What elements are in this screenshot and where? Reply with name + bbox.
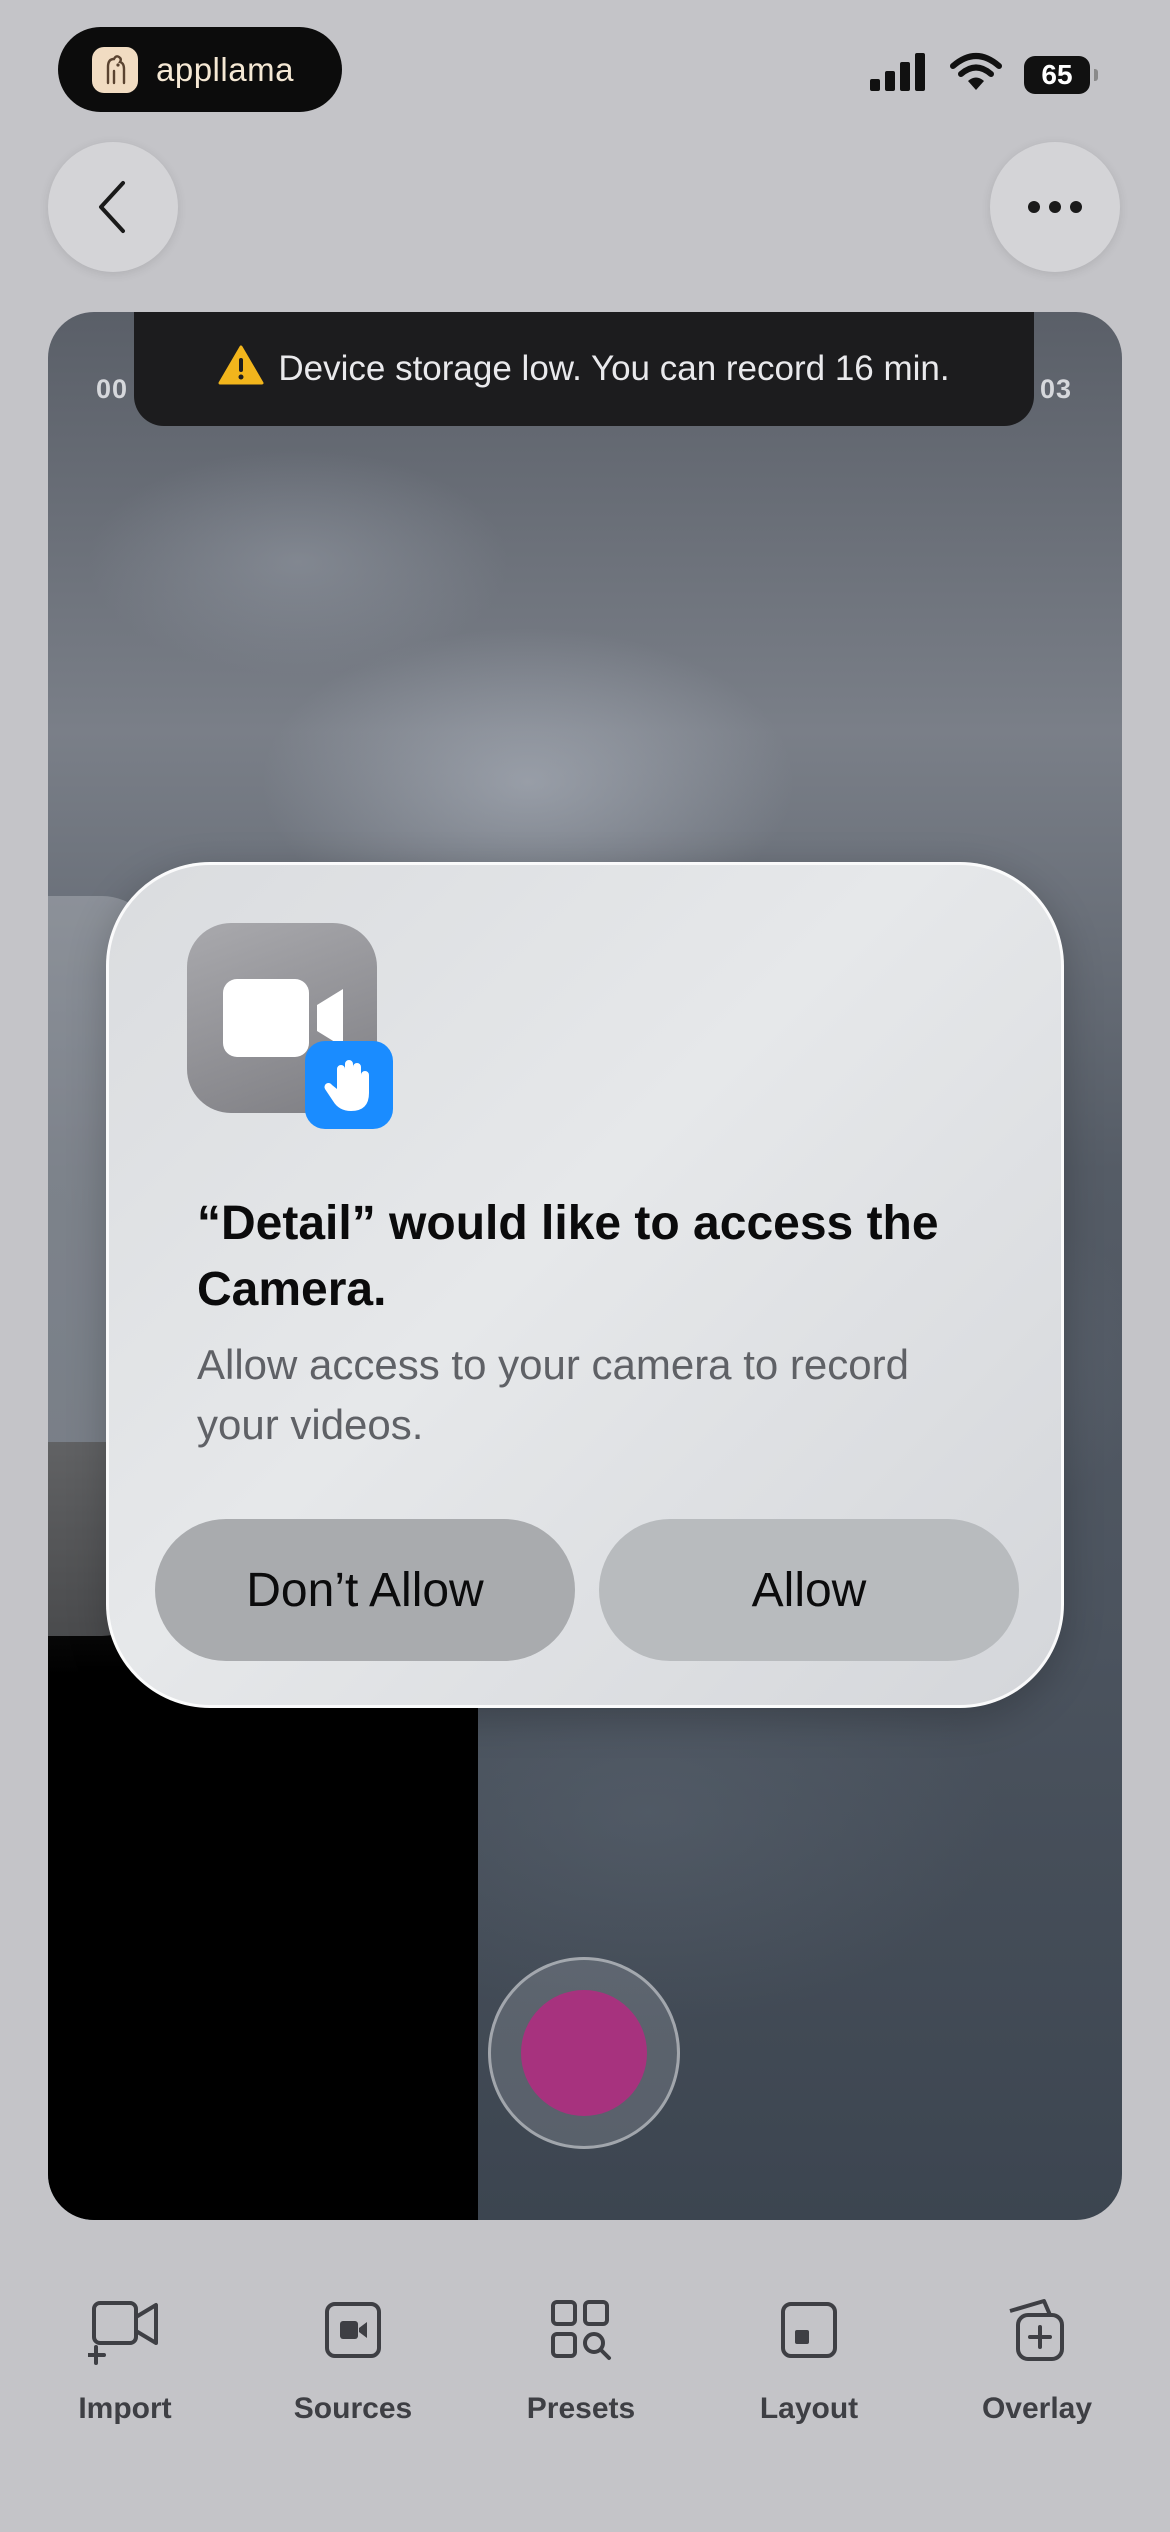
tab-import[interactable]: Import [25, 2290, 225, 2426]
overlay-plus-icon [937, 2290, 1137, 2370]
allow-label: Allow [751, 1563, 867, 1617]
storage-warning-toast: Device storage low. You can record 16 mi… [134, 312, 1034, 426]
timecode-right: 03 [1039, 374, 1072, 404]
app-screen: appllama 65 00 03 Device storage low. Yo… [0, 0, 1170, 2532]
warning-icon [218, 345, 264, 394]
record-button[interactable] [488, 1957, 680, 2149]
battery-level: 65 [1041, 58, 1073, 90]
tab-overlay[interactable]: Overlay [937, 2290, 1137, 2426]
layout-icon [709, 2290, 909, 2370]
battery-icon: 65 [1024, 55, 1098, 94]
alert-title: “Detail” would like to access the Camera… [197, 1197, 939, 1316]
timecode-left: 00 [96, 374, 129, 404]
back-button[interactable] [48, 142, 178, 272]
dont-allow-label: Don’t Allow [246, 1563, 484, 1617]
brand-pill: appllama [58, 27, 342, 112]
wifi-icon [950, 52, 1002, 97]
record-dot-icon [521, 1990, 647, 2116]
brand-name: appllama [156, 50, 294, 88]
tab-import-label: Import [78, 2392, 172, 2425]
camera-permission-alert: “Detail” would like to access the Camera… [106, 862, 1064, 1708]
allow-button[interactable]: Allow [599, 1519, 1019, 1661]
status-icons: 65 [870, 52, 1098, 97]
tab-overlay-label: Overlay [981, 2392, 1093, 2425]
hand-raised-icon [305, 1041, 393, 1129]
storage-warning-text: Device storage low. You can record 16 mi… [278, 349, 950, 388]
bottom-toolbar: Import Sources Presets Layout Overlay [0, 2290, 1170, 2450]
dont-allow-button[interactable]: Don’t Allow [155, 1519, 575, 1661]
video-plus-icon [25, 2290, 225, 2370]
tab-layout-label: Layout [759, 2392, 859, 2425]
grid-search-icon [481, 2290, 681, 2370]
chevron-left-icon [99, 181, 125, 233]
alert-message: Allow access to your camera to record yo… [197, 1341, 909, 1448]
tab-presets-label: Presets [526, 2392, 636, 2425]
llama-logo-icon [92, 46, 138, 93]
tab-sources-label: Sources [293, 2392, 413, 2425]
video-source-icon [253, 2290, 453, 2370]
ellipsis-icon [1028, 201, 1082, 213]
cellular-signal-icon [870, 53, 928, 96]
tab-layout[interactable]: Layout [709, 2290, 909, 2426]
more-options-button[interactable] [990, 142, 1120, 272]
tab-presets[interactable]: Presets [481, 2290, 681, 2426]
tab-sources[interactable]: Sources [253, 2290, 453, 2426]
